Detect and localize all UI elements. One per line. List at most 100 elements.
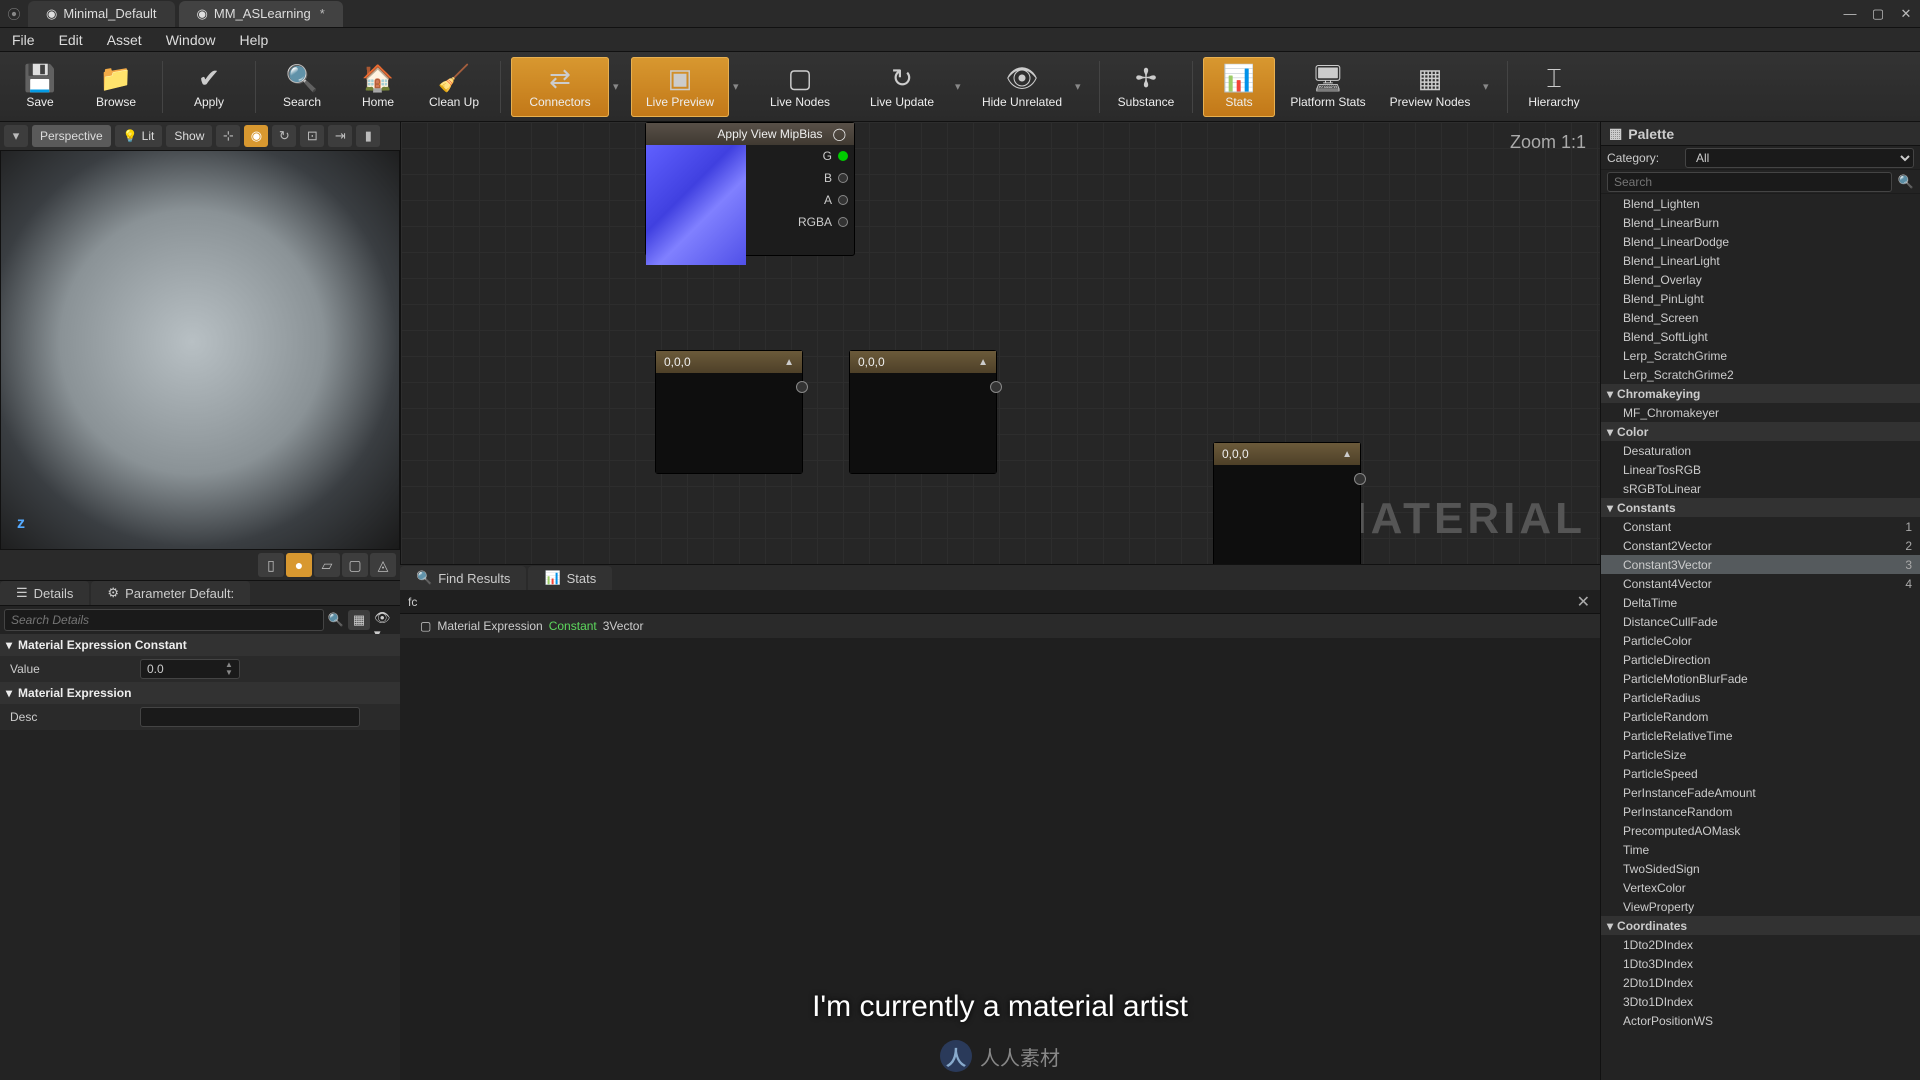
toolbar-hierarchy-button[interactable]: ⌶Hierarchy — [1518, 57, 1590, 117]
toolbar-connectors-button[interactable]: ⇄Connectors — [511, 57, 609, 117]
snap-icon[interactable]: ⊹ — [216, 125, 240, 147]
toolbar-apply-button[interactable]: ✔Apply — [173, 57, 245, 117]
minimize-icon[interactable]: — — [1838, 2, 1862, 26]
palette-item-lineartosrgb[interactable]: LinearTosRGB — [1601, 460, 1920, 479]
palette-item-chromakeying[interactable]: ▾Chromakeying — [1601, 384, 1920, 403]
palette-item-blend-screen[interactable]: Blend_Screen — [1601, 308, 1920, 327]
viewport-options-icon[interactable]: ▾ — [4, 125, 28, 147]
material-graph[interactable]: www.rrcg.cn Zoom 1:1 MATERIAL Apply View… — [400, 122, 1600, 564]
perspective-button[interactable]: Perspective — [32, 125, 111, 147]
tab-material[interactable]: ◉ MM_ASLearning — [179, 1, 343, 27]
menu-file[interactable]: File — [0, 32, 47, 48]
transform-icon[interactable]: ◉ — [244, 125, 268, 147]
palette-item-deltatime[interactable]: DeltaTime — [1601, 593, 1920, 612]
mesh-icon[interactable]: ◬ — [370, 553, 396, 577]
palette-item-coordinates[interactable]: ▾Coordinates — [1601, 916, 1920, 935]
pin-b[interactable] — [838, 173, 848, 183]
toolbar-save-button[interactable]: 💾Save — [4, 57, 76, 117]
palette-item-constant2vector[interactable]: Constant2Vector2 — [1601, 536, 1920, 555]
node-constant3vector-1[interactable]: 0,0,0▲ — [655, 350, 803, 474]
plane-icon[interactable]: ▱ — [314, 553, 340, 577]
toolbar-preview-nodes-button[interactable]: ▦Preview Nodes — [1381, 57, 1479, 117]
palette-item-viewproperty[interactable]: ViewProperty — [1601, 897, 1920, 916]
palette-item-3dto1dindex[interactable]: 3Dto1DIndex — [1601, 992, 1920, 1011]
collapse-icon[interactable]: ▲ — [1342, 449, 1352, 460]
menu-edit[interactable]: Edit — [47, 32, 95, 48]
section-material-expression-constant[interactable]: ▾Material Expression Constant — [0, 634, 400, 656]
menu-window[interactable]: Window — [154, 32, 228, 48]
collapse-icon[interactable]: ▲ — [978, 357, 988, 368]
dropdown-icon[interactable]: ▾ — [1483, 80, 1497, 93]
palette-item-1dto2dindex[interactable]: 1Dto2DIndex — [1601, 935, 1920, 954]
spinner-icon[interactable]: ▲▼ — [225, 660, 237, 678]
palette-item-particlesize[interactable]: ParticleSize — [1601, 745, 1920, 764]
output-pin[interactable] — [990, 381, 1002, 393]
pin-g[interactable] — [838, 151, 848, 161]
tab-stats[interactable]: 📊Stats — [528, 566, 612, 590]
desc-input[interactable] — [140, 707, 360, 727]
toolbar-substance-button[interactable]: ✢Substance — [1110, 57, 1182, 117]
close-icon[interactable]: ✕ — [1573, 592, 1594, 612]
toolbar-hide-unrelated-button[interactable]: 👁Hide Unrelated — [973, 57, 1071, 117]
palette-item-particlespeed[interactable]: ParticleSpeed — [1601, 764, 1920, 783]
tab-details[interactable]: ☰Details — [0, 581, 89, 605]
rotate-icon[interactable]: ↻ — [272, 125, 296, 147]
palette-item-particlemotionblurfade[interactable]: ParticleMotionBlurFade — [1601, 669, 1920, 688]
search-icon[interactable]: 🔍 — [1898, 174, 1914, 190]
palette-item-constant[interactable]: Constant1 — [1601, 517, 1920, 536]
palette-item-lerp-scratchgrime[interactable]: Lerp_ScratchGrime — [1601, 346, 1920, 365]
show-button[interactable]: Show — [166, 125, 212, 147]
camera-speed-icon[interactable]: ⇥ — [328, 125, 352, 147]
toolbar-platform-stats-button[interactable]: 🖥Platform Stats — [1279, 57, 1377, 117]
menu-asset[interactable]: Asset — [95, 32, 154, 48]
pin-rgba[interactable] — [838, 217, 848, 227]
palette-item-blend-overlay[interactable]: Blend_Overlay — [1601, 270, 1920, 289]
palette-item-blend-pinlight[interactable]: Blend_PinLight — [1601, 289, 1920, 308]
palette-list[interactable]: Blend_LightenBlend_LinearBurnBlend_Linea… — [1601, 194, 1920, 1080]
preview-viewport[interactable]: z — [0, 150, 400, 550]
speed-slider[interactable]: ▮ — [356, 125, 380, 147]
toolbar-browse-button[interactable]: 📁Browse — [80, 57, 152, 117]
palette-item-srgbtolinear[interactable]: sRGBToLinear — [1601, 479, 1920, 498]
palette-item-blend-softlight[interactable]: Blend_SoftLight — [1601, 327, 1920, 346]
palette-item-precomputedaomask[interactable]: PrecomputedAOMask — [1601, 821, 1920, 840]
palette-item-actorpositionws[interactable]: ActorPositionWS — [1601, 1011, 1920, 1030]
palette-item-blend-linearlight[interactable]: Blend_LinearLight — [1601, 251, 1920, 270]
checkbox-icon[interactable]: ◯ — [833, 127, 846, 141]
toolbar-search-button[interactable]: 🔍Search — [266, 57, 338, 117]
palette-item-particlerandom[interactable]: ParticleRandom — [1601, 707, 1920, 726]
palette-item-time[interactable]: Time — [1601, 840, 1920, 859]
cylinder-icon[interactable]: ▯ — [258, 553, 284, 577]
toolbar-live-update-button[interactable]: ↻Live Update — [853, 57, 951, 117]
node-texture-sample[interactable]: Apply View MipBias◯ G B A RGBA — [645, 122, 855, 256]
details-search-input[interactable] — [4, 609, 324, 631]
palette-search-input[interactable] — [1607, 172, 1892, 192]
palette-item-mf-chromakeyer[interactable]: MF_Chromakeyer — [1601, 403, 1920, 422]
palette-item-particledirection[interactable]: ParticleDirection — [1601, 650, 1920, 669]
pin-a[interactable] — [838, 195, 848, 205]
palette-item-perinstancerandom[interactable]: PerInstanceRandom — [1601, 802, 1920, 821]
palette-item-constants[interactable]: ▾Constants — [1601, 498, 1920, 517]
palette-item-blend-linearburn[interactable]: Blend_LinearBurn — [1601, 213, 1920, 232]
find-input[interactable] — [406, 594, 1573, 610]
palette-item-2dto1dindex[interactable]: 2Dto1DIndex — [1601, 973, 1920, 992]
tab-parameter-defaults[interactable]: ⚙Parameter Default: — [91, 581, 250, 605]
dropdown-icon[interactable]: ▾ — [613, 80, 627, 93]
node-constant3vector-2[interactable]: 0,0,0▲ — [849, 350, 997, 474]
dropdown-icon[interactable]: ▾ — [1075, 80, 1089, 93]
palette-item-vertexcolor[interactable]: VertexColor — [1601, 878, 1920, 897]
matrix-icon[interactable]: ▦ — [348, 610, 370, 630]
palette-item-blend-lineardodge[interactable]: Blend_LinearDodge — [1601, 232, 1920, 251]
palette-item-particlecolor[interactable]: ParticleColor — [1601, 631, 1920, 650]
output-pin[interactable] — [796, 381, 808, 393]
dropdown-icon[interactable]: ▾ — [955, 80, 969, 93]
palette-item-particlerelativetime[interactable]: ParticleRelativeTime — [1601, 726, 1920, 745]
palette-item-constant4vector[interactable]: Constant4Vector4 — [1601, 574, 1920, 593]
output-pin[interactable] — [1354, 473, 1366, 485]
palette-item-1dto3dindex[interactable]: 1Dto3DIndex — [1601, 954, 1920, 973]
close-icon[interactable]: ✕ — [1894, 2, 1918, 26]
palette-item-blend-lighten[interactable]: Blend_Lighten — [1601, 194, 1920, 213]
lit-button[interactable]: 💡Lit — [115, 125, 163, 147]
node-constant3vector-3[interactable]: 0,0,0▲ — [1213, 442, 1361, 564]
palette-item-perinstancefadeamount[interactable]: PerInstanceFadeAmount — [1601, 783, 1920, 802]
